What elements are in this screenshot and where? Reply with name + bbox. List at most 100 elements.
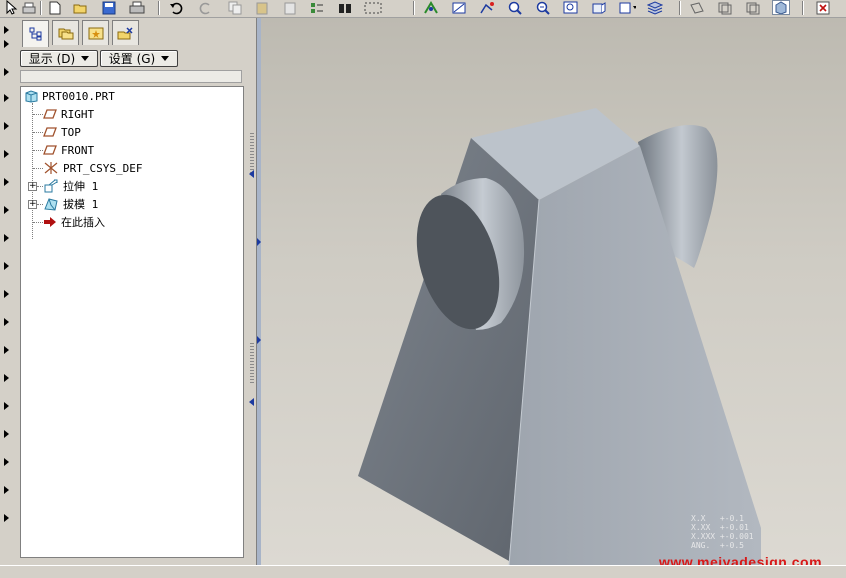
extrude-icon: [44, 179, 58, 193]
expand-toggle-icon[interactable]: +: [28, 182, 37, 191]
splitter-grip: [250, 133, 254, 173]
tree-connector-line: [33, 168, 43, 169]
settings-dropdown-button[interactable]: 设置 (G): [100, 50, 178, 67]
open-icon[interactable]: [72, 0, 90, 15]
expand-arrow-icon[interactable]: [4, 318, 9, 326]
tree-item-label: RIGHT: [61, 107, 95, 121]
saved-views-icon[interactable]: [590, 0, 608, 15]
expand-arrow-icon[interactable]: [4, 458, 9, 466]
chevron-down-icon: [81, 56, 90, 61]
refit-icon[interactable]: [562, 0, 580, 15]
part-icon: [25, 89, 38, 103]
tree-item-top[interactable]: TOP: [43, 123, 81, 141]
regenerate-icon[interactable]: [308, 0, 326, 15]
model-tree: PRT0010.PRT RIGHT TOP FRONT PRT_CSYS_DEF…: [20, 86, 244, 558]
graphics-window[interactable]: X.X +-0.1 X.XX +-0.01 X.XXX +-0.001 ANG. +-…: [261, 18, 846, 565]
favorites-icon: [88, 27, 103, 40]
copy-icon[interactable]: [226, 0, 244, 15]
left-expand-strip: [0, 18, 16, 565]
tree-item-front[interactable]: FRONT: [43, 141, 94, 159]
print-icon[interactable]: [20, 0, 38, 15]
undo-icon[interactable]: [168, 0, 186, 15]
expand-arrow-icon[interactable]: [4, 68, 9, 76]
insert-here-arrow-icon: [44, 217, 56, 227]
tree-item-right[interactable]: RIGHT: [43, 105, 94, 123]
collapse-left-icon[interactable]: [249, 398, 254, 406]
watermark-text: www.meiyadesign.com: [659, 554, 823, 565]
chevron-down-icon: [161, 56, 170, 61]
printer-icon[interactable]: [128, 0, 146, 15]
folder-browser-tab[interactable]: [52, 20, 79, 45]
zoom-in-icon[interactable]: [506, 0, 524, 15]
orient-icon[interactable]: [478, 0, 496, 15]
accuracy-line: X.X +-0.1: [691, 514, 744, 523]
close-window-icon[interactable]: [814, 0, 832, 15]
tree-item-extrude[interactable]: 拉伸 1: [43, 177, 98, 195]
dimension-accuracy-legend: X.X +-0.1 X.XX +-0.01 X.XXX +-0.001 ANG. +-…: [691, 514, 754, 550]
expand-arrow-icon[interactable]: [4, 122, 9, 130]
tree-connector-line: [33, 132, 43, 133]
tree-item-label: PRT_CSYS_DEF: [63, 161, 143, 175]
status-bar: [0, 565, 846, 578]
expand-arrow-icon[interactable]: [4, 234, 9, 242]
plane-display-icon[interactable]: [688, 0, 706, 15]
expand-arrow-icon[interactable]: [4, 290, 9, 298]
tree-item-label: TOP: [61, 125, 81, 139]
folder-icon: [58, 28, 73, 40]
model-tree-tab[interactable]: [22, 20, 49, 47]
expand-arrow-icon[interactable]: [4, 206, 9, 214]
navigator-panel: 显示 (D) 设置 (G) PRT0010.PRT RIGHT TOP FRON…: [16, 18, 248, 565]
expand-arrow-icon[interactable]: [4, 150, 9, 158]
paste-special-icon[interactable]: [282, 0, 300, 15]
tree-item-label: FRONT: [61, 143, 95, 157]
select-box-icon[interactable]: [364, 0, 382, 15]
expand-arrow-icon[interactable]: [4, 402, 9, 410]
datum-plane-icon: [43, 109, 57, 119]
show-dropdown-label: 显示 (D): [28, 52, 76, 66]
expand-arrow-icon[interactable]: [4, 374, 9, 382]
view-manager-icon[interactable]: [618, 0, 636, 15]
axis-display-icon[interactable]: [716, 0, 734, 15]
connections-tab[interactable]: [112, 20, 139, 45]
splitter-grip: [250, 343, 254, 383]
expand-arrow-icon[interactable]: [4, 514, 9, 522]
tree-item-label: 拔模 1: [63, 198, 99, 211]
expand-arrow-icon[interactable]: [4, 346, 9, 354]
expand-arrow-icon[interactable]: [4, 262, 9, 270]
expand-arrow-icon[interactable]: [4, 486, 9, 494]
datum-plane-icon: [43, 127, 57, 137]
favorites-tab[interactable]: [82, 20, 109, 45]
expand-arrow-icon[interactable]: [4, 94, 9, 102]
redo-icon[interactable]: [196, 0, 214, 15]
tree-item-draft[interactable]: 拔模 1: [43, 195, 98, 213]
expand-toggle-icon[interactable]: +: [28, 200, 37, 209]
save-icon[interactable]: [100, 0, 118, 15]
settings-dropdown-label: 设置 (G): [108, 52, 156, 66]
paste-icon[interactable]: [254, 0, 272, 15]
main-toolbar: [0, 0, 846, 18]
tree-root-item[interactable]: PRT0010.PRT: [25, 87, 115, 105]
expand-arrow-icon[interactable]: [4, 26, 9, 34]
tree-root-label: PRT0010.PRT: [42, 89, 115, 103]
spin-center-icon[interactable]: [450, 0, 468, 15]
accuracy-line: X.XXX +-0.001: [691, 532, 754, 541]
zoom-out-icon[interactable]: [534, 0, 552, 15]
csys-display-icon[interactable]: [744, 0, 762, 15]
new-icon[interactable]: [46, 0, 64, 15]
repaint-icon[interactable]: [422, 0, 440, 15]
expand-arrow-icon[interactable]: [4, 430, 9, 438]
tree-item-insert-here[interactable]: 在此插入: [43, 213, 105, 231]
layers-icon[interactable]: [646, 0, 664, 15]
find-icon[interactable]: [336, 0, 354, 15]
shaded-display-icon[interactable]: [772, 0, 790, 15]
collapse-left-icon[interactable]: [249, 170, 254, 178]
expand-arrow-icon[interactable]: [4, 40, 9, 48]
pointer-icon[interactable]: [2, 0, 20, 15]
tree-item-label: 拉伸 1: [63, 180, 99, 193]
expand-arrow-icon[interactable]: [4, 178, 9, 186]
draft-icon: [44, 198, 58, 211]
show-dropdown-button[interactable]: 显示 (D): [20, 50, 98, 67]
tree-column-header: [20, 70, 242, 83]
tree-connector-line: [33, 114, 43, 115]
tree-item-csys[interactable]: PRT_CSYS_DEF: [43, 159, 142, 177]
